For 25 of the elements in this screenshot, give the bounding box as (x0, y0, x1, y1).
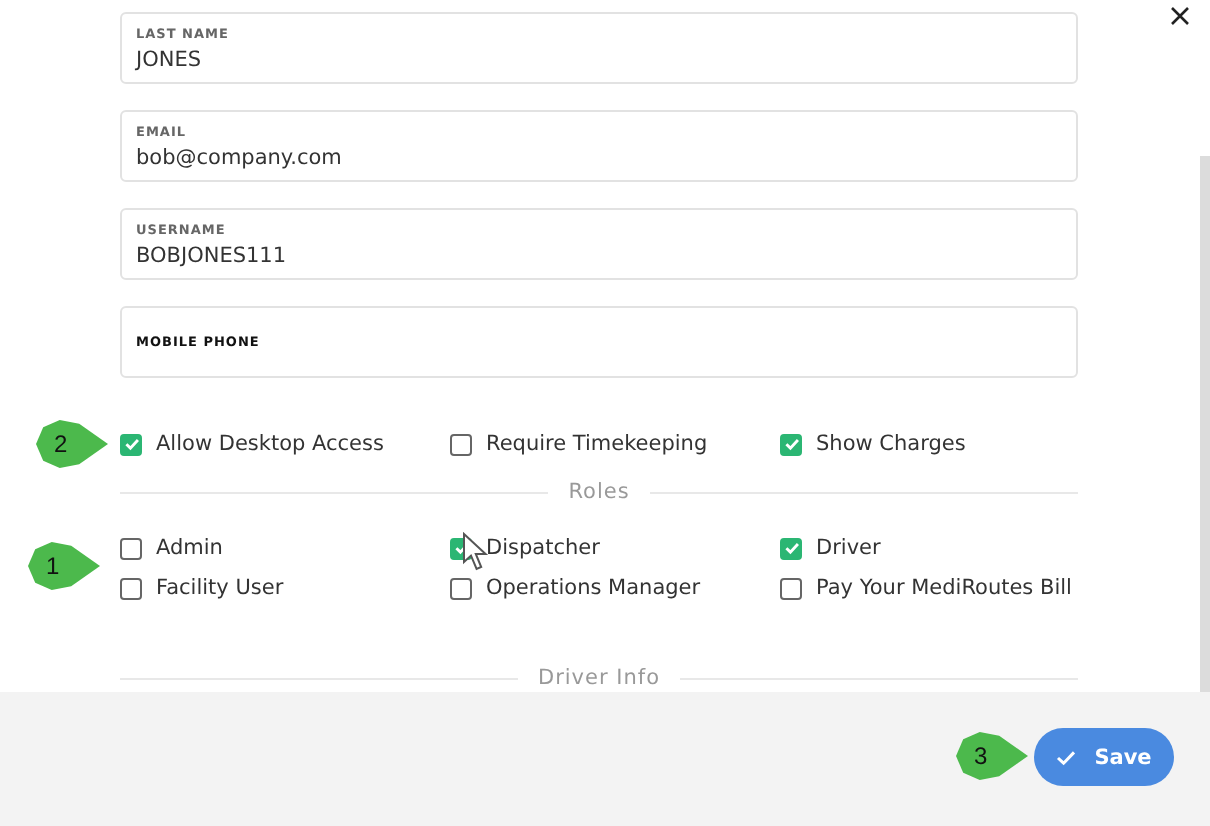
checkbox[interactable]: Facility User (120, 576, 450, 600)
close-button[interactable] (1166, 2, 1194, 30)
field-value: bob@company.com (136, 146, 344, 170)
checkbox[interactable]: Admin (120, 536, 450, 560)
pointer-cursor-icon (462, 532, 490, 572)
checkbox[interactable]: Allow Desktop Access (120, 432, 450, 456)
step-callout: 2 (36, 420, 108, 468)
checkbox[interactable]: Operations Manager (450, 576, 780, 600)
section-heading: Driver Info (537, 666, 661, 690)
step-callout: 3 (956, 732, 1028, 780)
checkbox[interactable]: Pay Your MediRoutes Bill (780, 576, 1078, 600)
checkbox[interactable]: Driver (780, 536, 1078, 560)
field-value: BOBJONES111 (136, 244, 289, 268)
check-icon (783, 436, 799, 452)
checkbox[interactable]: Require Timekeeping (450, 432, 780, 456)
checkbox[interactable]: Show Charges (780, 432, 1078, 456)
step-callout: 1 (28, 542, 100, 590)
check-icon (783, 540, 799, 556)
close-icon (1170, 6, 1190, 26)
field-value: JONES (136, 48, 204, 72)
scrollbar[interactable] (1200, 156, 1210, 692)
section-heading: Roles (568, 480, 630, 504)
check-icon (1056, 749, 1077, 765)
save-button[interactable]: Save (1034, 728, 1174, 786)
check-icon (123, 436, 139, 452)
